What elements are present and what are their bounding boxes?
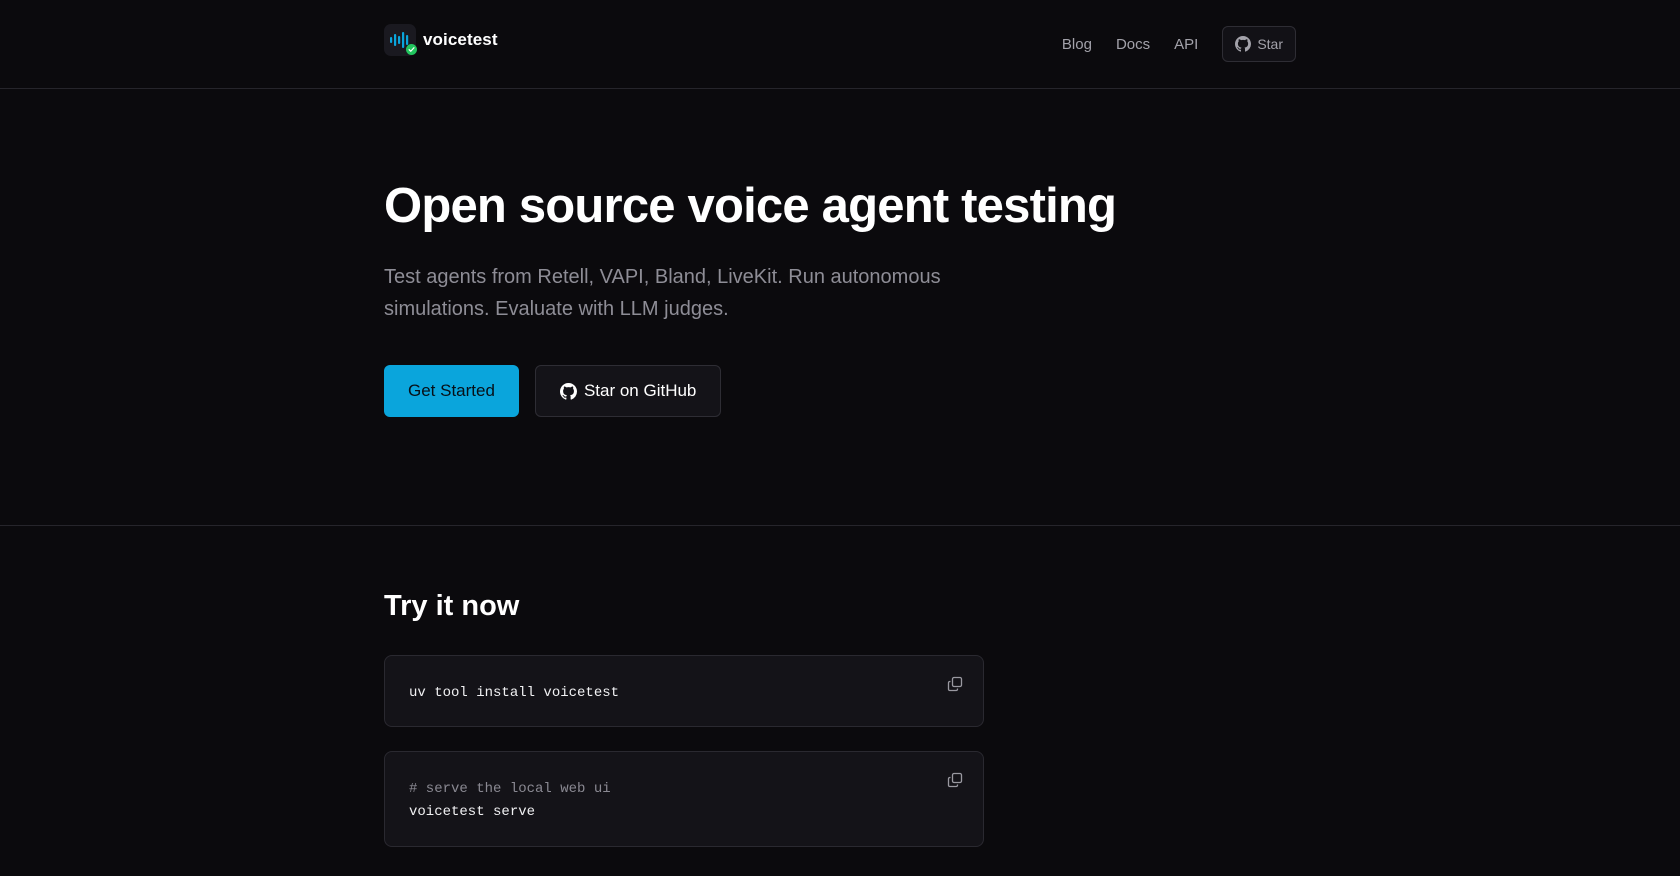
nav-link-api[interactable]: API: [1174, 36, 1198, 53]
code-comment: # serve the local web ui: [409, 781, 611, 797]
star-label: Star: [1257, 36, 1283, 52]
star-on-github-button[interactable]: Star on GitHub: [534, 365, 722, 417]
top-nav: Blog Docs API Star: [1038, 26, 1296, 62]
try-it-title: Try it now: [384, 590, 520, 622]
nav-link-docs[interactable]: Docs: [1116, 36, 1150, 53]
github-icon: [1235, 36, 1252, 52]
nav-link-blog[interactable]: Blog: [1062, 36, 1092, 53]
brand-link[interactable]: voicetest: [384, 24, 498, 56]
copy-button[interactable]: [943, 672, 967, 696]
github-star-button[interactable]: Star: [1222, 26, 1296, 62]
brand-name: voicetest: [423, 30, 498, 49]
code-block-serve: # serve the local web ui voicetest serve: [384, 751, 984, 847]
check-icon: [406, 44, 417, 55]
code-line: uv tool install voicetest: [409, 685, 620, 701]
hero-actions: Get Started Star on GitHub: [384, 365, 722, 417]
hero-subtitle: Test agents from Retell, VAPI, Bland, Li…: [384, 266, 941, 320]
waveform-logo-icon: [384, 24, 417, 56]
github-icon: [559, 382, 577, 400]
code-block-install: uv tool install voicetest: [384, 655, 984, 727]
copy-icon: [947, 772, 963, 788]
site-header: voicetest Blog Docs API Star: [0, 0, 1680, 89]
hero-title: Open source voice agent testing: [384, 179, 1117, 233]
copy-button[interactable]: [943, 768, 967, 792]
star-on-github-label: Star on GitHub: [583, 381, 697, 400]
get-started-button[interactable]: Get Started: [384, 365, 519, 417]
copy-icon: [947, 676, 963, 692]
section-divider: [0, 525, 1680, 526]
code-line: voicetest serve: [409, 804, 536, 820]
